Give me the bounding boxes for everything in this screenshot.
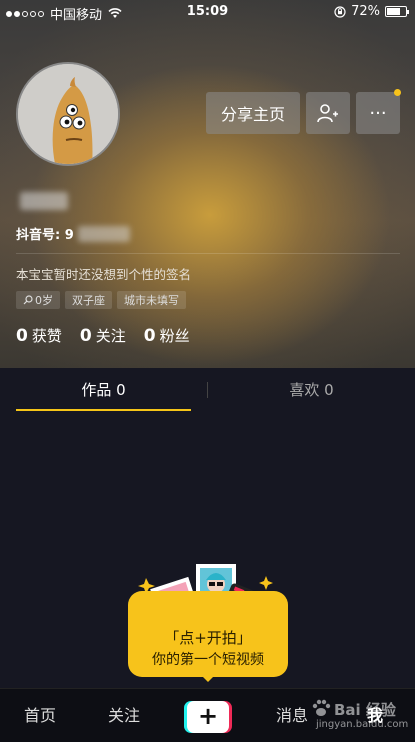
plus-icon: + (187, 701, 229, 733)
status-bar: 中国移动 15:09 72% (0, 0, 415, 24)
tab-works[interactable]: 作品 0 (0, 368, 207, 412)
stat-followers-count: 0 (143, 326, 156, 346)
nickname-blurred (14, 188, 74, 214)
stat-likes-count: 0 (16, 326, 28, 346)
gender-icon (23, 295, 33, 305)
active-tab-indicator (16, 409, 191, 411)
divider (16, 253, 400, 254)
first-video-prompt[interactable]: 「点+开拍」 你的第一个短视频 (128, 591, 288, 682)
add-user-icon (317, 104, 338, 123)
profile-header: 中国移动 15:09 72% 分享主页 ··· 抖音号: 9 本宝宝暂时还没想到… (0, 0, 415, 368)
tag-age-label: 0岁 (35, 294, 53, 307)
tab-likes[interactable]: 喜欢 0 (208, 368, 415, 412)
tag-zodiac-label: 双子座 (72, 294, 105, 307)
tag-city-label: 城市未填写 (124, 294, 179, 307)
battery-icon (385, 6, 409, 17)
douyin-id-blur (77, 225, 130, 242)
notification-dot (394, 89, 401, 96)
watermark-logo: Bai 经验 (334, 701, 396, 719)
share-profile-button[interactable]: 分享主页 (206, 92, 300, 134)
stat-following-label: 关注 (95, 327, 126, 345)
profile-tabs: 作品 0 喜欢 0 (0, 368, 415, 412)
add-friend-button[interactable] (306, 92, 350, 134)
stat-followers[interactable]: 0 粉丝 (144, 325, 190, 346)
douyin-id-label: 抖音号: 9 (16, 228, 74, 243)
stat-likes-label: 获赞 (31, 327, 62, 345)
rotation-lock-icon (334, 5, 346, 18)
prompt-subtitle: 你的第一个短视频 (152, 652, 264, 668)
prompt-title: 「点+开拍」 (164, 629, 252, 647)
more-options-button[interactable]: ··· (356, 92, 400, 134)
tag-city[interactable]: 城市未填写 (117, 291, 186, 309)
tag-zodiac[interactable]: 双子座 (65, 291, 112, 309)
signature[interactable]: 本宝宝暂时还没想到个性的签名 (16, 264, 191, 283)
watermark-url: jingyan.baidu.com (316, 719, 409, 730)
avatar-cartoon-image (18, 64, 118, 164)
profile-tags: 0岁 双子座 城市未填写 (16, 291, 186, 309)
profile-stats: 0 获赞 0 关注 0 粉丝 (16, 325, 190, 346)
tag-age[interactable]: 0岁 (16, 291, 60, 309)
stat-following-count: 0 (79, 326, 92, 346)
baidu-watermark: Bai 经验 jingyan.baidu.com (310, 695, 410, 735)
nav-home[interactable]: 首页 (10, 689, 70, 742)
avatar[interactable] (16, 62, 120, 166)
battery-percent: 72% (351, 4, 380, 19)
nav-follow[interactable]: 关注 (94, 689, 154, 742)
create-video-button[interactable]: + (184, 701, 232, 733)
stat-followers-label: 粉丝 (159, 327, 190, 345)
stat-likes[interactable]: 0 获赞 (16, 325, 62, 346)
stat-following[interactable]: 0 关注 (80, 325, 126, 346)
douyin-id[interactable]: 抖音号: 9 (16, 224, 130, 243)
paw-icon (312, 699, 331, 716)
